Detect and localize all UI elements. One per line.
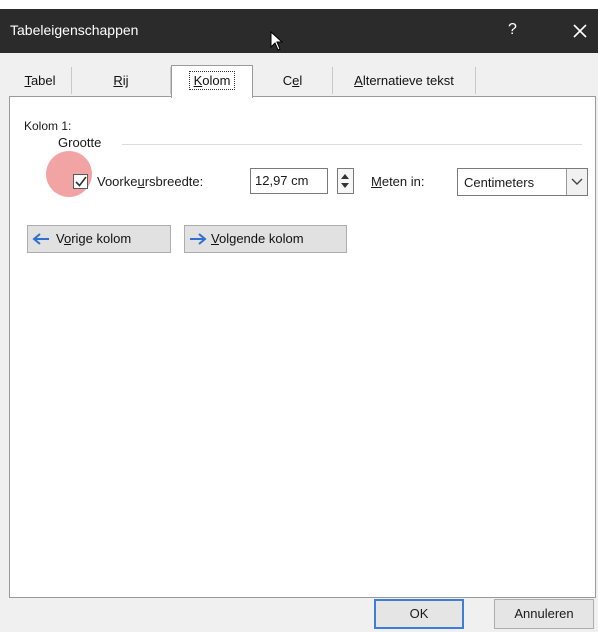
tab-rij[interactable]: Rij [72, 67, 171, 94]
cancel-button[interactable]: Annuleren [494, 599, 594, 629]
tab-strip: Tabel Rij Kolom Cel Alternatieve tekst [9, 65, 594, 98]
tab-tabel[interactable]: Tabel [9, 67, 72, 94]
close-icon [573, 24, 587, 38]
next-column-button[interactable]: Volgende kolom [184, 225, 347, 253]
title-bar[interactable]: Tabeleigenschappen ? [0, 9, 598, 53]
kolom-panel: Kolom 1: Grootte Voorkeursbreedte: 12,97… [9, 96, 596, 598]
previous-column-button[interactable]: Vorige kolom [27, 225, 171, 253]
mouse-cursor-icon [270, 30, 284, 54]
previous-column-label: Vorige kolom [56, 231, 132, 246]
arrow-left-icon [32, 233, 49, 245]
help-button[interactable]: ? [508, 21, 517, 39]
tab-kolom[interactable]: Kolom [171, 65, 253, 98]
arrow-right-icon [190, 233, 207, 245]
checkmark-icon [75, 176, 87, 187]
size-group-label: Grootte [58, 135, 102, 150]
dropdown-button[interactable] [566, 169, 587, 195]
group-divider [122, 144, 582, 145]
tab-cel[interactable]: Cel [253, 67, 333, 94]
measure-in-value: Centimeters [464, 175, 535, 190]
preferred-width-input[interactable]: 12,97 cm [250, 168, 328, 194]
measure-in-label: Meten in: [371, 174, 425, 189]
dialog-title: Tabeleigenschappen [10, 22, 139, 38]
ok-button[interactable]: OK [374, 599, 464, 629]
next-column-label: Volgende kolom [211, 231, 304, 246]
chevron-down-icon [571, 178, 583, 185]
close-button[interactable] [568, 18, 592, 44]
preferred-width-checkbox[interactable] [73, 174, 88, 189]
measure-in-select[interactable]: Centimeters [457, 168, 588, 196]
preferred-width-label: Voorkeursbreedte: [97, 174, 204, 189]
column-heading: Kolom 1: [24, 119, 72, 133]
width-spinner[interactable] [337, 168, 354, 194]
tab-alternatieve-tekst[interactable]: Alternatieve tekst [333, 67, 476, 94]
spin-up-icon[interactable] [341, 174, 349, 179]
spin-down-icon[interactable] [341, 183, 349, 188]
table-properties-dialog: Tabeleigenschappen ? Tabel Rij Kolom Cel… [0, 9, 598, 632]
tab-kolom-label: Kolom [188, 71, 236, 90]
